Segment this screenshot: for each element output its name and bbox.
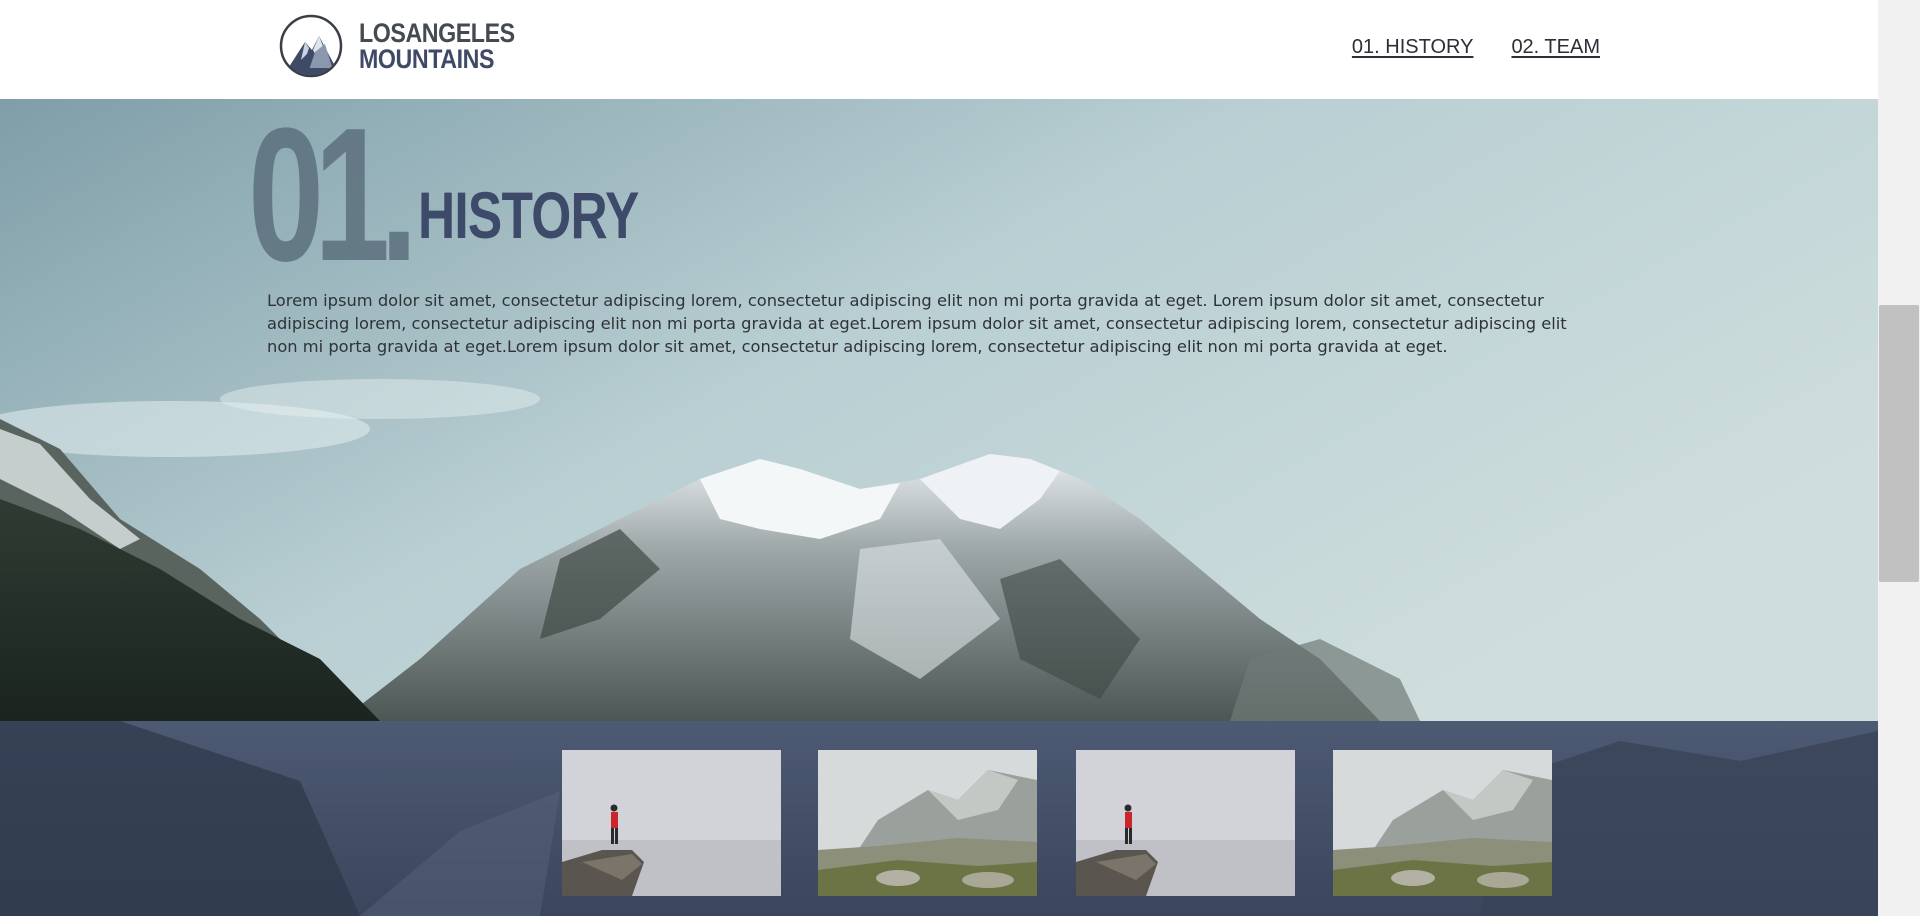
hiker-on-rock-icon (1076, 750, 1295, 896)
history-paragraph: Lorem ipsum dolor sit amet, consectetur … (267, 291, 1567, 356)
gallery-thumbnail-1[interactable] (562, 750, 781, 896)
history-section: 01. HISTORY Lorem ipsum dolor sit amet, … (0, 99, 1878, 721)
site-logo[interactable]: LOSANGELES MOUNTAINS (279, 14, 540, 78)
main-nav: 01. HISTORY 02. TEAM (1352, 36, 1600, 59)
gallery-thumbnail-4[interactable] (1333, 750, 1552, 896)
logo-line-2: MOUNTAINS (359, 44, 495, 74)
gallery-thumbnail-3[interactable] (1076, 750, 1295, 896)
logo-line-1: LOSANGELES (359, 18, 515, 48)
nav-link-history[interactable]: 01. HISTORY (1352, 36, 1474, 59)
nav-link-team[interactable]: 02. TEAM (1511, 36, 1600, 59)
misty-mountain-icon (1333, 750, 1552, 896)
site-header: LOSANGELES MOUNTAINS 01. HISTORY 02. TEA… (0, 0, 1878, 99)
section-number: 01. (248, 99, 418, 301)
scrollbar-thumb[interactable] (1879, 305, 1919, 582)
section-title: HISTORY (418, 178, 639, 252)
gallery-section (0, 721, 1878, 916)
mountain-logo-icon (279, 14, 343, 78)
logo-wordmark: LOSANGELES MOUNTAINS (359, 18, 515, 74)
misty-mountain-icon (818, 750, 1037, 896)
hiker-on-rock-icon (562, 750, 781, 896)
page-scrollbar[interactable] (1878, 0, 1920, 916)
gallery-thumbnail-2[interactable] (818, 750, 1037, 896)
